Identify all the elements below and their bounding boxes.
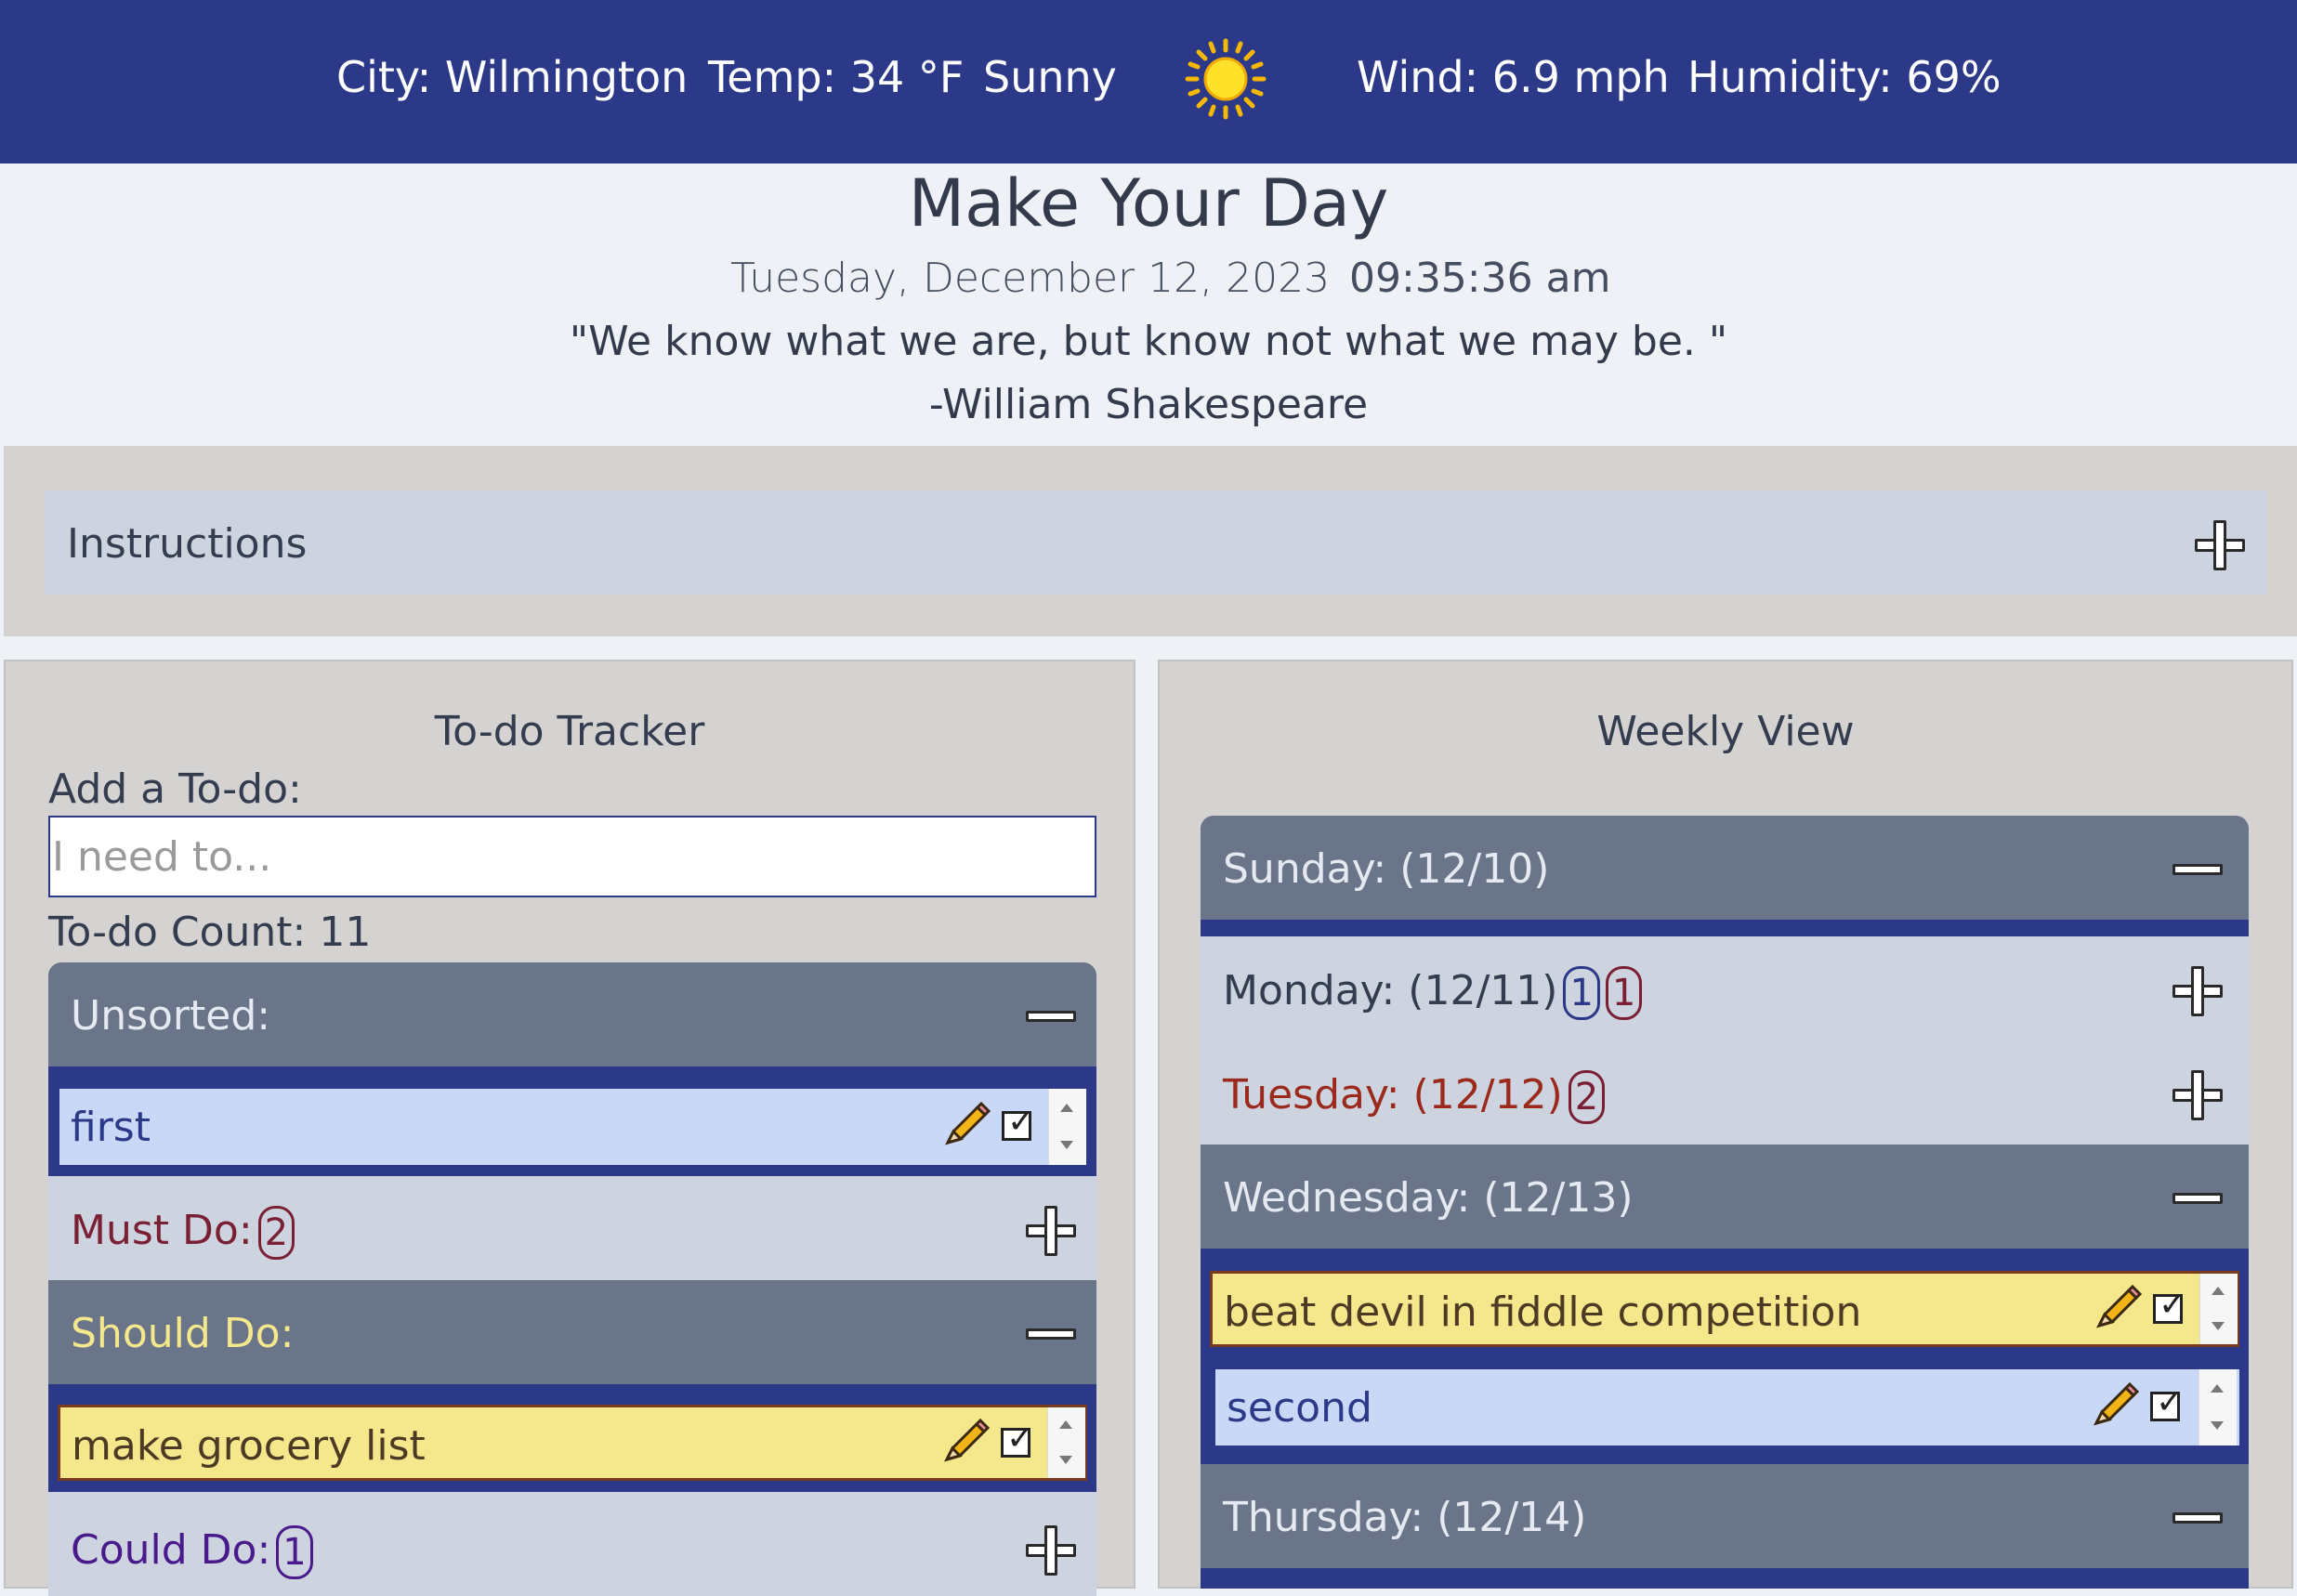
complete-checkbox-icon[interactable] xyxy=(1001,1419,1034,1458)
day-sunday-header[interactable]: Sunday: (12/10) xyxy=(1201,816,2249,920)
section-must-label: Must Do: 2 xyxy=(71,1206,295,1260)
day-sunday-label: Sunday: (12/10) xyxy=(1223,845,1550,893)
sun-icon xyxy=(1185,38,1267,120)
must-count-badge: 2 xyxy=(257,1206,295,1260)
todo-count: To-do Count: 11 xyxy=(48,909,372,956)
section-could-header[interactable]: Could Do: 1 xyxy=(48,1492,1096,1596)
section-must-text: Must Do: xyxy=(71,1207,253,1254)
day-tuesday-label: Tuesday: (12/12) 2 xyxy=(1223,1070,1606,1124)
todo-tracker-panel: To-do Tracker Add a To-do: To-do Count: … xyxy=(4,660,1135,1596)
current-date: Tuesday, December 12, 2023 xyxy=(730,255,1331,302)
section-should-header[interactable]: Should Do: xyxy=(48,1280,1096,1384)
collapse-minus-icon[interactable] xyxy=(1026,992,1076,1042)
pencil-icon[interactable] xyxy=(940,1100,991,1150)
day-monday-text: Monday: (12/11) xyxy=(1223,967,1558,1014)
collapse-minus-icon[interactable] xyxy=(1026,1310,1076,1360)
page-title: Make Your Day xyxy=(908,165,1389,242)
todo-input[interactable] xyxy=(48,816,1096,897)
complete-checkbox-icon[interactable] xyxy=(2153,1286,2186,1324)
section-must-header[interactable]: Must Do: 2 xyxy=(48,1176,1096,1280)
weather-humidity: Humidity: 69% xyxy=(1687,52,2002,102)
todo-item-text: first xyxy=(71,1104,151,1151)
instructions-accordion[interactable]: Instructions xyxy=(45,491,2267,595)
todo-item-text: second xyxy=(1227,1384,1372,1432)
day-sunday-body xyxy=(1201,920,2249,936)
weekly-todo-item[interactable]: beat devil in fiddle competition xyxy=(1210,1271,2239,1347)
expand-plus-icon[interactable] xyxy=(2172,966,2223,1016)
reorder-spinner[interactable] xyxy=(2199,1369,2237,1446)
day-wednesday-header[interactable]: Wednesday: (12/13) xyxy=(1201,1145,2249,1249)
could-count-badge: 1 xyxy=(276,1525,313,1579)
add-todo-label: Add a To-do: xyxy=(48,765,302,813)
weather-temp: Temp: 34 °F xyxy=(708,52,965,102)
day-wednesday-label: Wednesday: (12/13) xyxy=(1223,1174,1634,1222)
quote-text: "We know what we are, but know not what … xyxy=(569,318,1728,365)
section-unsorted-header[interactable]: Unsorted: xyxy=(48,962,1096,1066)
reorder-spinner[interactable] xyxy=(1048,1089,1086,1165)
weather-condition: Sunny xyxy=(983,52,1117,102)
weather-city: City: Wilmington xyxy=(336,52,689,102)
expand-plus-icon[interactable] xyxy=(2195,520,2245,570)
pencil-icon[interactable] xyxy=(939,1417,990,1467)
todo-tracker-title: To-do Tracker xyxy=(434,708,705,755)
expand-plus-icon[interactable] xyxy=(2172,1070,2223,1120)
complete-checkbox-icon[interactable] xyxy=(2150,1383,2184,1421)
expand-plus-icon[interactable] xyxy=(1026,1206,1076,1256)
day-tuesday-text: Tuesday: (12/12) xyxy=(1223,1071,1563,1119)
weekly-view-panel: Weekly View Sunday: (12/10) Monday: (12/… xyxy=(1158,660,2293,1589)
weekly-todo-item[interactable]: second xyxy=(1215,1369,2239,1446)
todo-item[interactable]: first xyxy=(59,1089,1086,1165)
current-time: 09:35:36 am xyxy=(1349,255,1611,302)
pencil-icon[interactable] xyxy=(2089,1380,2139,1431)
day-monday-header[interactable]: Monday: (12/11) 1 1 xyxy=(1201,936,2249,1040)
section-unsorted-label: Unsorted: xyxy=(71,992,271,1040)
instructions-label: Instructions xyxy=(67,520,308,568)
collapse-minus-icon[interactable] xyxy=(2172,1494,2223,1544)
weather-wind: Wind: 6.9 mph xyxy=(1357,52,1670,102)
day-tuesday-header[interactable]: Tuesday: (12/12) 2 xyxy=(1201,1040,2249,1145)
tuesday-red-badge: 2 xyxy=(1568,1070,1606,1124)
day-thursday-body xyxy=(1201,1568,2249,1589)
quote-author: -William Shakespeare xyxy=(928,381,1369,428)
todo-item-text: make grocery list xyxy=(72,1422,426,1470)
day-thursday-label: Thursday: (12/14) xyxy=(1223,1494,1587,1541)
pencil-icon[interactable] xyxy=(2092,1283,2142,1333)
section-should-label: Should Do: xyxy=(71,1310,295,1357)
section-could-label: Could Do: 1 xyxy=(71,1525,313,1579)
day-thursday-header[interactable]: Thursday: (12/14) xyxy=(1201,1464,2249,1568)
monday-red-badge: 1 xyxy=(1605,966,1643,1020)
weekly-view-title: Weekly View xyxy=(1596,708,1855,755)
todo-item[interactable]: make grocery list xyxy=(58,1405,1087,1481)
day-monday-label: Monday: (12/11) 1 1 xyxy=(1223,966,1643,1020)
collapse-minus-icon[interactable] xyxy=(2172,1174,2223,1224)
weather-bar: City: Wilmington Temp: 34 °F Sunny Wind:… xyxy=(0,0,2297,164)
reorder-spinner[interactable] xyxy=(2199,1274,2238,1344)
reorder-spinner[interactable] xyxy=(1047,1407,1085,1478)
collapse-minus-icon[interactable] xyxy=(2172,845,2223,896)
complete-checkbox-icon[interactable] xyxy=(1002,1103,1035,1141)
todo-item-text: beat devil in fiddle competition xyxy=(1224,1289,1862,1336)
monday-blue-badge: 1 xyxy=(1563,966,1600,1020)
expand-plus-icon[interactable] xyxy=(1026,1525,1076,1576)
section-could-text: Could Do: xyxy=(71,1526,271,1574)
